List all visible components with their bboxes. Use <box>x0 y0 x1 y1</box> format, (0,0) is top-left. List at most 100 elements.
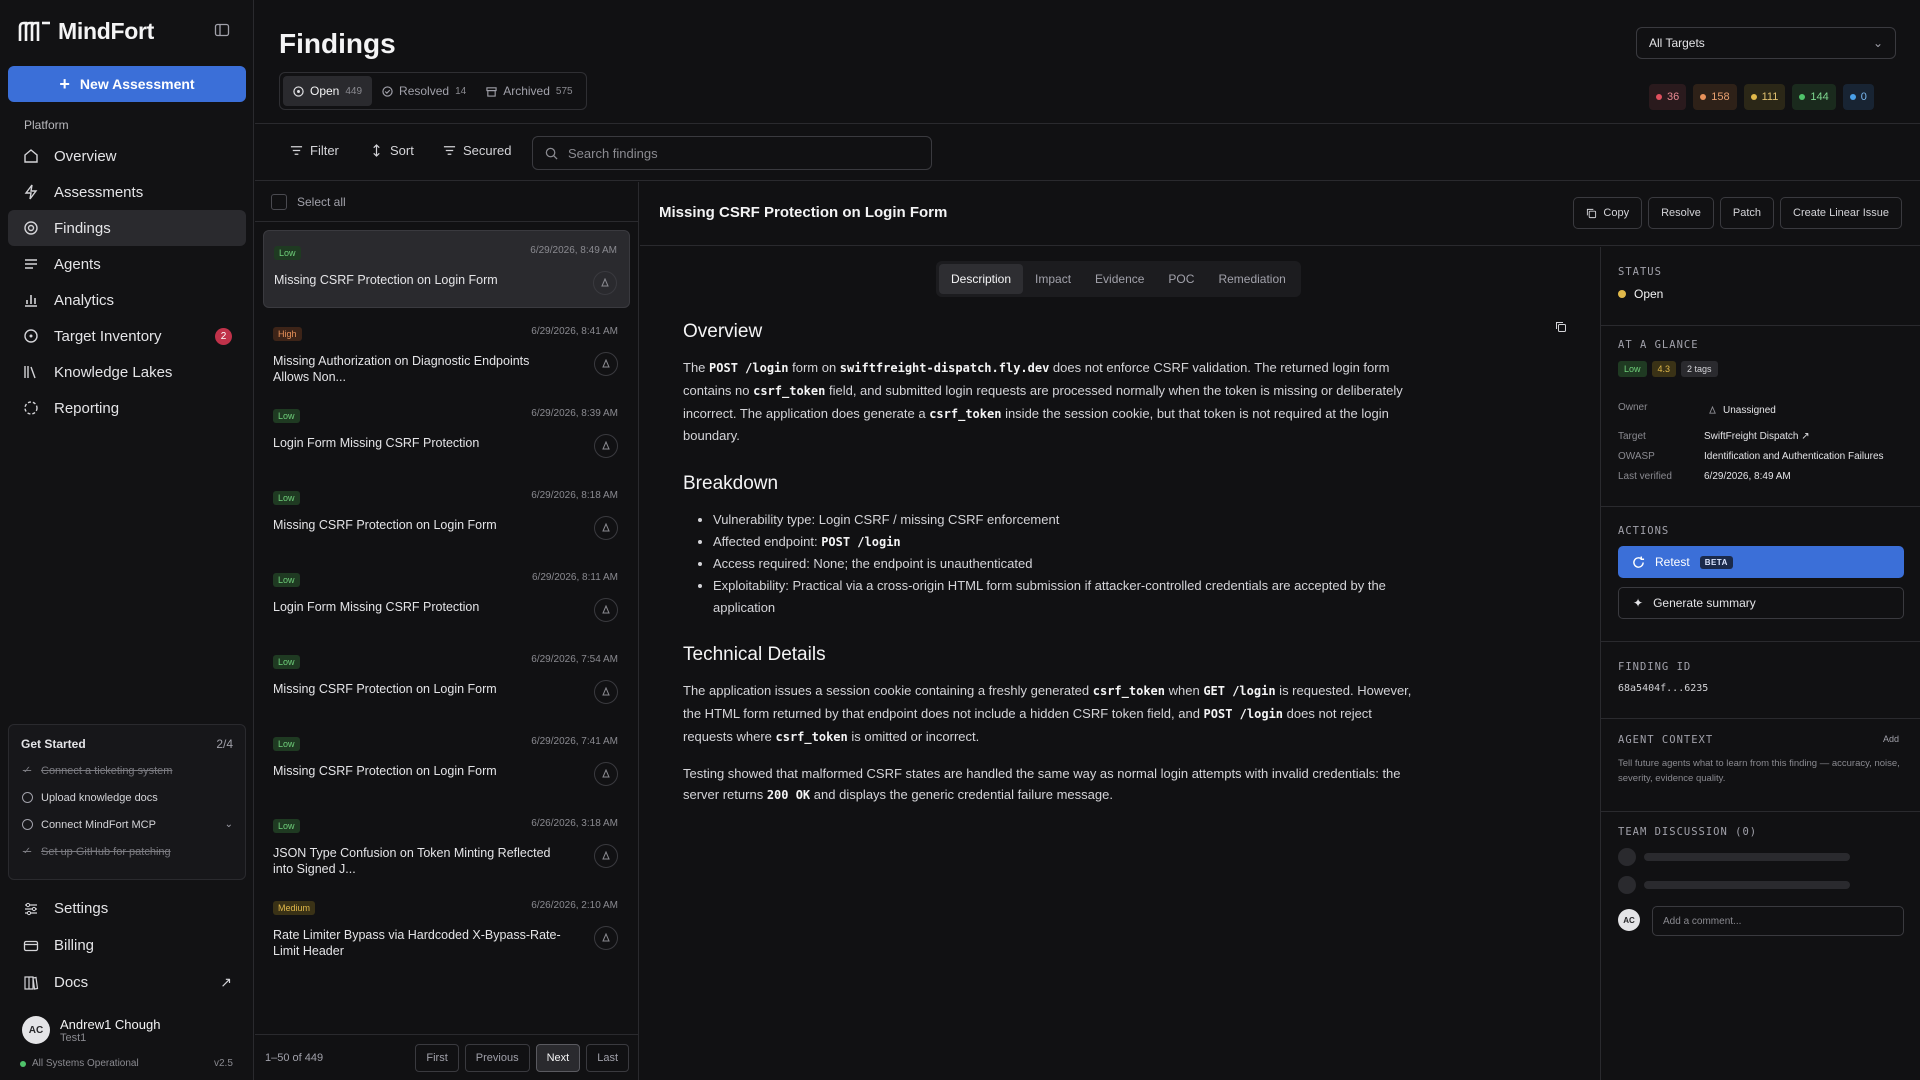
owner-value[interactable]: Unassigned <box>1708 405 1776 416</box>
library-icon <box>22 364 40 380</box>
user-icon[interactable] <box>594 680 618 704</box>
skeleton-avatar <box>1618 876 1636 894</box>
last-verified-value: 6/29/2026, 8:49 AM <box>1704 471 1791 482</box>
sidebar-item-target-inventory[interactable]: Target Inventory 2 <box>8 318 246 354</box>
tab-evidence[interactable]: Evidence <box>1083 264 1156 294</box>
owasp-value: Identification and Authentication Failur… <box>1704 451 1884 462</box>
sidebar-item-findings[interactable]: Findings <box>8 210 246 246</box>
user-icon[interactable] <box>594 434 618 458</box>
sidebar-item-label: Billing <box>54 937 95 954</box>
user-profile[interactable]: AC Andrew1 Chough Test1 <box>22 1016 160 1044</box>
status-value[interactable]: Open <box>1618 287 1663 301</box>
create-linear-issue-button[interactable]: Create Linear Issue <box>1780 197 1902 229</box>
tags-chip[interactable]: 2 tags <box>1681 361 1718 377</box>
logo[interactable]: MindFort <box>18 18 154 45</box>
sidebar-item-knowledge-lakes[interactable]: Knowledge Lakes <box>8 354 246 390</box>
user-icon[interactable] <box>594 598 618 622</box>
system-status: All Systems Operational <box>20 1058 139 1069</box>
sidebar-item-label: Assessments <box>54 183 144 201</box>
severity-count-medium[interactable]: 111 <box>1743 84 1786 110</box>
get-started-step[interactable]: ✓ Connect a ticketing system <box>21 757 233 784</box>
user-icon[interactable] <box>594 352 618 376</box>
user-icon[interactable] <box>594 844 618 868</box>
next-page-button[interactable]: Next <box>535 1043 581 1072</box>
list-item[interactable]: Medium 6/26/2026, 2:10 AM Rate Limiter B… <box>263 886 630 964</box>
user-icon[interactable] <box>594 516 618 540</box>
tab-poc[interactable]: POC <box>1156 264 1206 294</box>
sidebar-item-overview[interactable]: Overview <box>8 138 246 174</box>
sparkles-icon: ✦ <box>1633 596 1644 610</box>
sort-button[interactable]: Sort <box>370 143 414 158</box>
get-started-step[interactable]: Upload knowledge docs <box>21 784 233 811</box>
add-context-button[interactable]: Add <box>1883 734 1899 744</box>
tab-remediation[interactable]: Remediation <box>1206 264 1297 294</box>
tab-count: 14 <box>455 85 467 97</box>
severity-count-low[interactable]: 144 <box>1792 84 1836 110</box>
severity-count-value: 0 <box>1860 91 1867 103</box>
search-input[interactable]: Search findings <box>532 136 932 170</box>
list-item[interactable]: Low 6/29/2026, 7:41 AM Missing CSRF Prot… <box>263 722 630 800</box>
tab-description[interactable]: Description <box>939 264 1024 294</box>
tab-open[interactable]: Open 449 <box>283 76 373 106</box>
bar-chart-icon <box>22 292 40 308</box>
copy-icon <box>1586 208 1597 219</box>
comment-input[interactable]: Add a comment... <box>1652 906 1904 936</box>
sidebar-item-assessments[interactable]: Assessments <box>8 174 246 210</box>
copy-button[interactable]: Copy <box>1573 197 1643 229</box>
sidebar-item-label: Knowledge Lakes <box>54 363 173 381</box>
first-page-button[interactable]: First <box>415 1043 459 1072</box>
findings-toolbar: Filter Sort Secured Search findings <box>255 125 1920 181</box>
list-item[interactable]: Low 6/29/2026, 8:18 AM Missing CSRF Prot… <box>263 476 630 554</box>
sidebar-toggle-icon[interactable] <box>214 22 230 38</box>
sidebar-item-billing[interactable]: Billing <box>8 927 246 964</box>
generate-summary-button[interactable]: ✦ Generate summary <box>1618 587 1904 619</box>
list-item[interactable]: Low 6/29/2026, 8:49 AM Missing CSRF Prot… <box>263 230 630 308</box>
finding-id-value[interactable]: 68a5404f...6235 <box>1618 683 1708 694</box>
user-icon[interactable] <box>593 271 617 295</box>
severity-count-critical[interactable]: 36 <box>1649 84 1687 110</box>
chevron-down-icon[interactable]: ⌄ <box>225 819 233 830</box>
select-all-row[interactable]: Select all <box>255 182 638 222</box>
list-item[interactable]: High 6/29/2026, 8:41 AM Missing Authoriz… <box>263 312 630 390</box>
get-started-step[interactable]: ✓ Set up GitHub for patching <box>21 838 233 865</box>
target-link[interactable]: SwiftFreight Dispatch ↗ <box>1704 431 1810 442</box>
sidebar-item-docs[interactable]: Docs ↗ <box>8 964 246 1001</box>
list-item[interactable]: Low 6/29/2026, 8:39 AM Login Form Missin… <box>263 394 630 472</box>
target-select[interactable]: All Targets ⌄ <box>1636 27 1896 59</box>
retest-button[interactable]: Retest BETA <box>1618 546 1904 578</box>
filter-button[interactable]: Filter <box>290 143 339 158</box>
severity-count-high[interactable]: 158 <box>1693 84 1737 110</box>
description-body: Overview The POST /login form on swiftfr… <box>683 321 1423 807</box>
patch-button[interactable]: Patch <box>1719 197 1774 229</box>
finding-date: 6/29/2026, 8:41 AM <box>531 326 618 337</box>
tab-resolved[interactable]: Resolved 14 <box>372 76 476 106</box>
previous-page-button[interactable]: Previous <box>464 1043 530 1072</box>
status-tabs: Open 449 Resolved 14 Archived 575 <box>279 72 587 110</box>
tab-archived[interactable]: Archived 575 <box>476 76 582 106</box>
list-item[interactable]: Low 6/29/2026, 7:54 AM Missing CSRF Prot… <box>263 640 630 718</box>
tab-impact[interactable]: Impact <box>1023 264 1083 294</box>
sort-label: Sort <box>390 143 414 158</box>
breakdown-heading: Breakdown <box>683 473 779 495</box>
filter-label: Filter <box>310 143 339 158</box>
severity-count-info[interactable]: 0 <box>1842 84 1874 110</box>
list-item[interactable]: Low 6/29/2026, 8:11 AM Login Form Missin… <box>263 558 630 636</box>
sidebar-item-agents[interactable]: Agents <box>8 246 246 282</box>
sidebar-item-reporting[interactable]: Reporting <box>8 390 246 426</box>
select-all-checkbox[interactable] <box>271 193 287 210</box>
new-assessment-button[interactable]: + New Assessment <box>8 66 246 102</box>
user-icon[interactable] <box>594 762 618 786</box>
copy-icon[interactable] <box>1555 321 1567 333</box>
last-page-button[interactable]: Last <box>586 1043 629 1072</box>
check-icon: ✓ <box>22 765 32 776</box>
resolve-button[interactable]: Resolve <box>1648 197 1714 229</box>
breakdown-item: Exploitability: Practical via a cross-or… <box>713 575 1423 618</box>
sidebar-item-analytics[interactable]: Analytics <box>8 282 246 318</box>
get-started-step[interactable]: Connect MindFort MCP ⌄ <box>21 811 233 838</box>
severity-badge: Low <box>273 409 300 423</box>
user-icon[interactable] <box>594 926 618 950</box>
list-item[interactable]: Low 6/26/2026, 3:18 AM JSON Type Confusi… <box>263 804 630 882</box>
findings-list: Select all Low 6/29/2026, 8:49 AM Missin… <box>255 182 639 1080</box>
sidebar-item-settings[interactable]: Settings <box>8 890 246 927</box>
secured-filter-button[interactable]: Secured <box>443 143 511 158</box>
